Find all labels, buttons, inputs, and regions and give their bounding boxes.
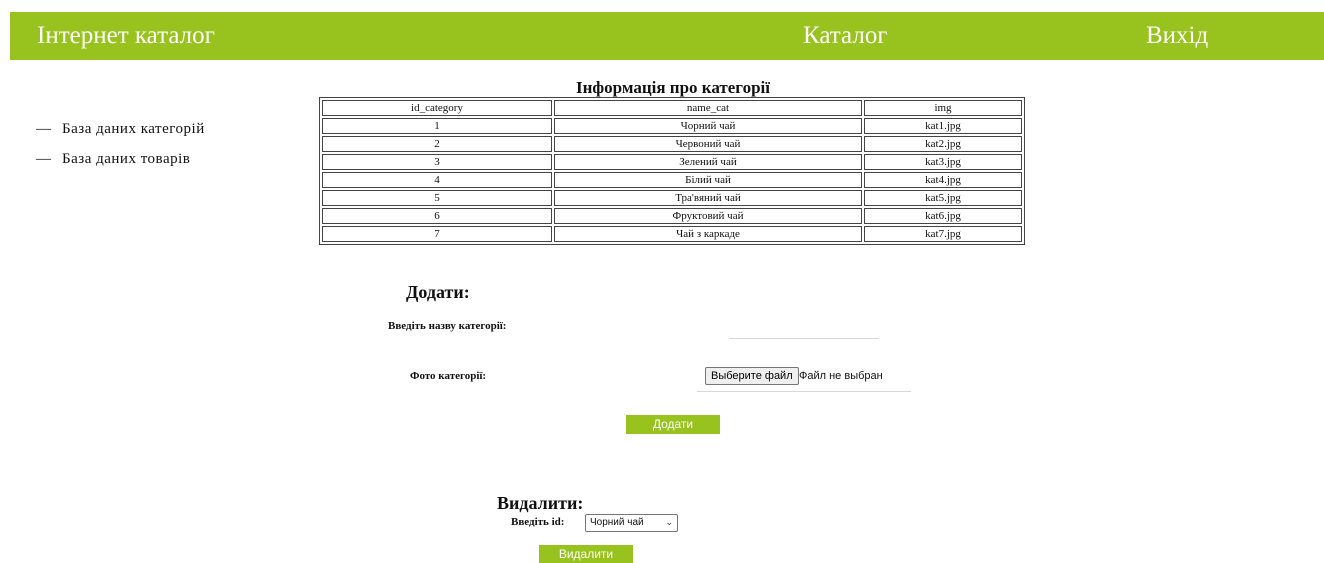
cell-name: Червоний чай <box>554 136 862 152</box>
table-row: 2 Червоний чай kat2.jpg <box>322 136 1022 152</box>
add-section-title: Додати: <box>406 282 470 302</box>
sidebar-item-label: База даних категорій <box>62 121 205 137</box>
categories-table: id_category name_cat img 1 Чорний чай ka… <box>319 97 1025 245</box>
column-header-id: id_category <box>322 100 552 116</box>
category-select[interactable]: Чорний чай ⌄ <box>585 514 678 532</box>
cell-name: Тра'вяний чай <box>554 190 862 206</box>
cell-id: 3 <box>322 154 552 170</box>
cell-name: Білий чай <box>554 172 862 188</box>
cell-name: Зелений чай <box>554 154 862 170</box>
page: Інтернет каталог Каталог Вихід — База дан… <box>0 0 1324 563</box>
cell-img: kat5.jpg <box>864 190 1022 206</box>
cell-id: 5 <box>322 190 552 206</box>
sidebar-item-products-db[interactable]: — База даних товарів <box>36 148 205 170</box>
sidebar-item-categories-db[interactable]: — База даних категорій <box>36 118 205 140</box>
brand-link[interactable]: Інтернет каталог <box>37 21 215 51</box>
cell-img: kat4.jpg <box>864 172 1022 188</box>
table-title: Інформація про категорії <box>576 78 770 97</box>
choose-file-button[interactable]: Выберите файл <box>705 367 799 385</box>
cell-id: 2 <box>322 136 552 152</box>
table-row: 5 Тра'вяний чай kat5.jpg <box>322 190 1022 206</box>
sidebar-item-label: База даних товарів <box>62 151 191 167</box>
cell-name: Чай з каркаде <box>554 226 862 242</box>
cell-img: kat1.jpg <box>864 118 1022 134</box>
add-button[interactable]: Додати <box>626 415 720 434</box>
cell-id: 4 <box>322 172 552 188</box>
cell-img: kat7.jpg <box>864 226 1022 242</box>
cell-img: kat3.jpg <box>864 154 1022 170</box>
table-row: 4 Білий чай kat4.jpg <box>322 172 1022 188</box>
exit-link[interactable]: Вихід <box>1146 21 1208 51</box>
header-bar: Інтернет каталог Каталог Вихід <box>10 12 1324 60</box>
delete-section-title: Видалити: <box>497 493 584 513</box>
table-row: 7 Чай з каркаде kat7.jpg <box>322 226 1022 242</box>
file-input: Выберите файл Файл не выбран <box>697 365 911 392</box>
delete-id-label: Введіть id: <box>511 516 565 528</box>
cell-img: kat2.jpg <box>864 136 1022 152</box>
cell-name: Фруктовий чай <box>554 208 862 224</box>
cell-img: kat6.jpg <box>864 208 1022 224</box>
table-row: 1 Чорний чай kat1.jpg <box>322 118 1022 134</box>
category-photo-label: Фото категорії: <box>410 370 487 382</box>
cell-id: 1 <box>322 118 552 134</box>
file-status-text: Файл не выбран <box>799 370 883 382</box>
cell-id: 7 <box>322 226 552 242</box>
column-header-name: name_cat <box>554 100 862 116</box>
select-value: Чорний чай <box>590 517 644 528</box>
sidebar: — База даних категорій — База даних товарі… <box>36 118 205 178</box>
dash-icon: — <box>36 151 52 167</box>
category-name-input[interactable] <box>729 322 879 339</box>
chevron-down-icon: ⌄ <box>665 517 673 527</box>
catalog-link[interactable]: Каталог <box>803 21 888 51</box>
cell-id: 6 <box>322 208 552 224</box>
table-row: 6 Фруктовий чай kat6.jpg <box>322 208 1022 224</box>
delete-button[interactable]: Видалити <box>539 545 633 563</box>
category-name-label: Введіть назву категорії: <box>388 320 507 332</box>
table-row: 3 Зелений чай kat3.jpg <box>322 154 1022 170</box>
dash-icon: — <box>36 121 52 137</box>
cell-name: Чорний чай <box>554 118 862 134</box>
column-header-img: img <box>864 100 1022 116</box>
table-header-row: id_category name_cat img <box>322 100 1022 116</box>
